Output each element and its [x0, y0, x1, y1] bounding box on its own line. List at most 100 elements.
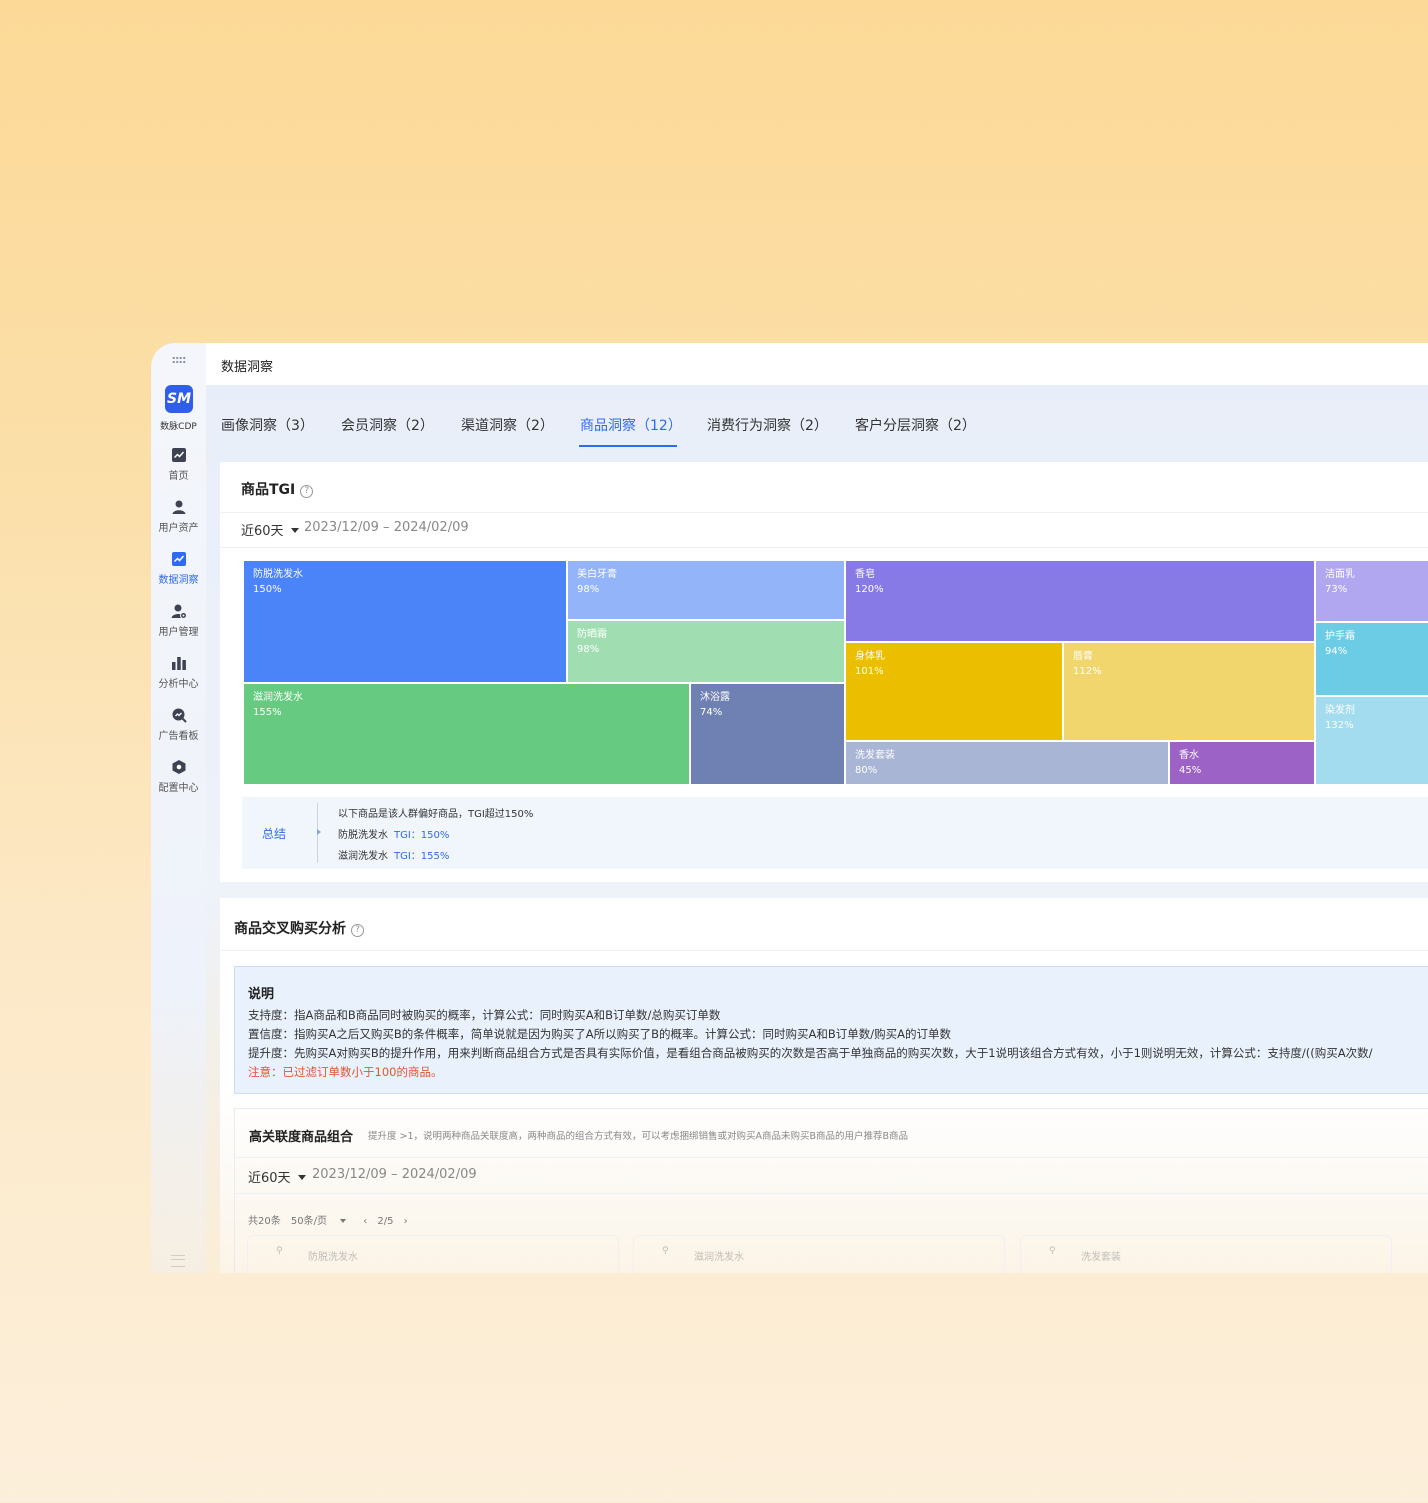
date-range-select[interactable]: 近60天: [241, 520, 299, 539]
treemap-tile[interactable]: 唇膏 112%: [1063, 642, 1315, 741]
card-title: 商品交叉购买分析?: [234, 918, 364, 938]
prev-page-icon[interactable]: ‹: [363, 1216, 367, 1227]
treemap-tile[interactable]: 防晒霜 98%: [567, 620, 845, 683]
ad-search-icon: [172, 708, 187, 723]
lift-definition: 提升度：先购买A对购买B的提升作用，用来判断商品组合方式是否具有实际价值，是看组…: [248, 1046, 1373, 1060]
divider: [220, 547, 1428, 548]
summary-label: 总结: [262, 827, 287, 841]
top-bar: 数据洞察: [206, 343, 1428, 385]
main-content: 数据洞察 画像洞察（3） 会员洞察（2） 渠道洞察（2） 商品洞察（12） 消费…: [206, 343, 1428, 1273]
combo-card[interactable]: ⚲ 滋润洗发水: [633, 1235, 1005, 1273]
treemap-tile[interactable]: 身体乳 101%: [845, 642, 1063, 741]
sidebar-item-data-insight[interactable]: 数据洞察: [151, 551, 206, 586]
app-logo: SM: [165, 385, 193, 413]
treemap-tile[interactable]: 防脱洗发水 150%: [243, 560, 567, 683]
sidebar-item-analysis-center[interactable]: 分析中心: [151, 655, 206, 690]
apps-grid-icon[interactable]: [172, 356, 186, 364]
combo-card[interactable]: ⚲ 洗发套装: [1020, 1235, 1392, 1273]
sidebar-item-label: 用户管理: [158, 627, 199, 638]
date-range-select[interactable]: 近60天: [248, 1167, 306, 1186]
explanation-box: 说明 支持度：指A商品和B商品同时被购买的概率，计算公式：同时购买A和B订单数/…: [234, 966, 1428, 1094]
card-title: 商品TGI?: [241, 479, 314, 499]
tab-member-insight[interactable]: 会员洞察（2）: [341, 415, 434, 435]
sidebar-item-ad-board[interactable]: 广告看板: [151, 707, 206, 742]
treemap-tile[interactable]: 香皂 120%: [845, 560, 1315, 642]
summary-row: 滋润洗发水 TGI：155%: [338, 851, 450, 862]
user-settings-icon: [171, 604, 187, 619]
treemap-tile[interactable]: 美白牙膏 98%: [567, 560, 845, 620]
active-tab-indicator: [579, 445, 677, 447]
filter-note: 注意：已过滤订单数小于100的商品。: [248, 1065, 443, 1079]
treemap-tile[interactable]: 洁面乳 73%: [1315, 560, 1428, 622]
product-tgi-card: 商品TGI? 近60天 2023/12/09 – 2024/02/09 防脱洗发…: [220, 462, 1428, 882]
explanation-heading: 说明: [248, 987, 275, 1002]
treemap-tile[interactable]: 染发剂 132%: [1315, 696, 1428, 785]
help-icon[interactable]: ?: [351, 924, 364, 937]
treemap-tile[interactable]: 沐浴露 74%: [690, 683, 845, 785]
arrow-right-icon: [317, 829, 321, 835]
rank-icon: ⚲: [1049, 1246, 1056, 1256]
combo-card-title: 滋润洗发水: [694, 1252, 744, 1263]
date-range-text: 2023/12/09 – 2024/02/09: [312, 1167, 477, 1182]
confidence-definition: 置信度：指购买A之后又购买B的条件概率，简单说就是因为购买了A所以购买了B的概率…: [248, 1027, 952, 1041]
page-indicator: 2/5: [377, 1216, 394, 1227]
treemap-tile[interactable]: 香水 45%: [1169, 741, 1315, 785]
total-count: 共20条: [248, 1216, 281, 1227]
treemap-tile[interactable]: 护手霜 94%: [1315, 622, 1428, 696]
sidebar-item-label: 用户资产: [158, 523, 199, 534]
hexagon-icon: [172, 760, 185, 774]
next-page-icon[interactable]: ›: [404, 1216, 408, 1227]
sidebar-item-home[interactable]: 首页: [151, 447, 206, 482]
help-icon[interactable]: ?: [300, 485, 314, 498]
divider: [220, 512, 1428, 513]
pagination: 共20条 50条/页 ‹ 2/5 ›: [248, 1212, 415, 1227]
app-window: SM 数脉CDP 首页 用户资产 数据洞察 用户管理 分析中心 广告看板 配置中…: [151, 343, 1428, 1273]
tab-customer-tier-insight[interactable]: 客户分层洞察（2）: [855, 415, 976, 435]
high-relevance-combo-card: 高关联度商品组合 提升度 >1，说明两种商品关联度高，两种商品的组合方式有效，可…: [234, 1108, 1428, 1273]
sub-card-description: 提升度 >1，说明两种商品关联度高，两种商品的组合方式有效，可以考虑捆绑销售或对…: [368, 1131, 909, 1142]
treemap-tile[interactable]: 滋润洗发水 155%: [243, 683, 690, 785]
tgi-summary: 总结 以下商品是该人群偏好商品，TGI超过150% 防脱洗发水 TGI：150% …: [242, 797, 1428, 869]
user-icon: [172, 500, 185, 514]
sidebar-item-label: 数据洞察: [158, 575, 199, 586]
card-title-text: 商品交叉购买分析: [234, 921, 346, 937]
sidebar-item-config-center[interactable]: 配置中心: [151, 759, 206, 794]
summary-intro: 以下商品是该人群偏好商品，TGI超过150%: [338, 809, 534, 820]
sidebar-item-label: 配置中心: [158, 783, 199, 794]
sidebar-item-label: 分析中心: [158, 679, 199, 690]
date-range-text: 2023/12/09 – 2024/02/09: [304, 520, 469, 535]
tab-product-insight[interactable]: 商品洞察（12）: [580, 415, 682, 435]
bar-chart-icon: [171, 657, 186, 670]
collapse-menu-icon[interactable]: [171, 1255, 185, 1267]
sidebar-item-user-assets[interactable]: 用户资产: [151, 499, 206, 534]
date-range-select-value: 近60天: [241, 524, 284, 539]
combo-card[interactable]: ⚲ 防脱洗发水: [247, 1235, 619, 1273]
page-title: 数据洞察: [221, 360, 274, 375]
rank-icon: ⚲: [276, 1246, 283, 1256]
sub-card-title: 高关联度商品组合: [249, 1130, 354, 1145]
rank-icon: ⚲: [662, 1246, 669, 1256]
sidebar-item-label: 首页: [168, 471, 189, 482]
date-range-select-value: 近60天: [248, 1171, 291, 1186]
divider: [235, 1193, 1428, 1194]
sidebar-item-user-management[interactable]: 用户管理: [151, 603, 206, 638]
tab-consumption-insight[interactable]: 消费行为洞察（2）: [707, 415, 828, 435]
page-size-select[interactable]: 50条/页: [291, 1216, 353, 1227]
combo-card-title: 洗发套装: [1081, 1252, 1121, 1263]
tab-profile-insight[interactable]: 画像洞察（3）: [221, 415, 314, 435]
cross-purchase-card: 商品交叉购买分析? 说明 支持度：指A商品和B商品同时被购买的概率，计算公式：同…: [220, 898, 1428, 1273]
summary-row: 防脱洗发水 TGI：150%: [338, 830, 450, 841]
app-name: 数脉CDP: [160, 422, 197, 432]
insight-chart-icon: [171, 552, 186, 566]
card-title-text: 商品TGI: [241, 482, 296, 498]
divider: [220, 950, 1428, 951]
caret-down-icon: [340, 1219, 347, 1223]
combo-card-title: 防脱洗发水: [308, 1252, 358, 1263]
tab-channel-insight[interactable]: 渠道洞察（2）: [461, 415, 554, 435]
sidebar: SM 数脉CDP 首页 用户资产 数据洞察 用户管理 分析中心 广告看板 配置中…: [151, 343, 206, 1273]
support-definition: 支持度：指A商品和B商品同时被购买的概率，计算公式：同时购买A和B订单数/总购买…: [248, 1008, 721, 1022]
caret-down-icon: [297, 1175, 306, 1180]
treemap-tile[interactable]: 洗发套装 80%: [845, 741, 1169, 785]
sidebar-item-label: 广告看板: [158, 731, 199, 742]
caret-down-icon: [290, 528, 299, 533]
